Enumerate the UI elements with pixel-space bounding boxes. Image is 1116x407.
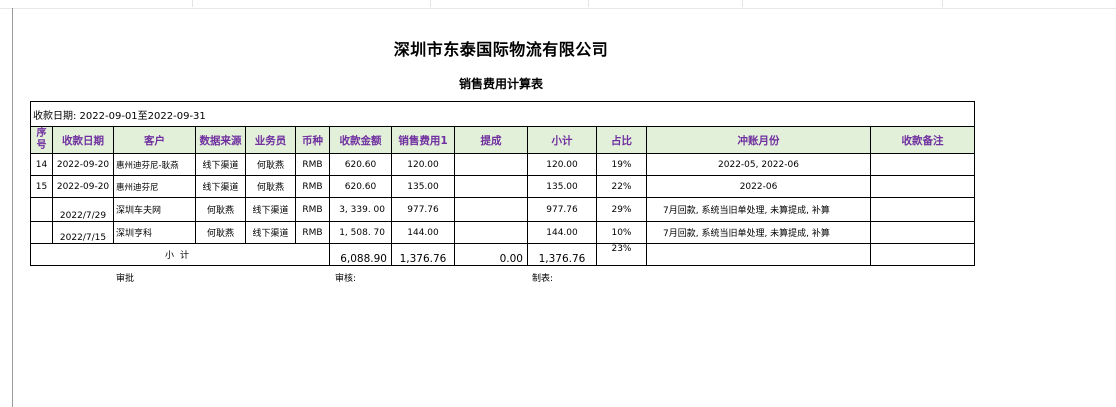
col-header-client: 客户 xyxy=(113,126,196,154)
cell-ratio: 29% xyxy=(596,197,647,222)
cell-client: 深圳亨科 xyxy=(113,221,196,244)
col-header-offset-month: 冲账月份 xyxy=(646,126,871,154)
cell-currency: RMB xyxy=(295,197,330,222)
cell-subtotal: 135.00 xyxy=(527,175,597,198)
column-divider xyxy=(430,0,431,7)
top-strip xyxy=(0,0,1116,9)
cell-source: 何耿燕 xyxy=(195,197,246,222)
cell-fee1: 135.00 xyxy=(391,175,455,198)
cell-remark xyxy=(869,197,976,222)
cell-source: 何耿燕 xyxy=(195,221,246,244)
column-divider xyxy=(192,0,193,7)
cell-amount: 620.60 xyxy=(329,175,392,198)
column-divider xyxy=(588,0,589,7)
total-commission: 0.00 xyxy=(454,243,528,266)
cell-commission xyxy=(454,197,528,222)
cell-sales: 何耿燕 xyxy=(245,153,296,176)
cell-date: 2022/7/29 xyxy=(52,197,114,222)
cell-date: 2022/7/15 xyxy=(52,221,114,244)
cell-amount: 1, 508. 70 xyxy=(329,221,392,244)
col-header-sales: 业务员 xyxy=(245,126,296,154)
left-margin-line xyxy=(12,8,13,407)
cell-fee1: 144.00 xyxy=(391,221,455,244)
cell-commission xyxy=(454,153,528,176)
cell-remark xyxy=(869,221,976,244)
total-remark-empty xyxy=(869,243,976,266)
total-ratio: 23% xyxy=(596,243,647,266)
cell-subtotal: 144.00 xyxy=(527,221,597,244)
total-amount: 6,088.90 xyxy=(329,243,392,266)
cell-subtotal: 120.00 xyxy=(527,153,597,176)
column-divider xyxy=(942,0,943,7)
cell-fee1: 120.00 xyxy=(391,153,455,176)
cell-offset-month: 7月回款, 系统当旧单处理, 未算提成, 补算 xyxy=(646,221,871,244)
cell-ratio: 10% xyxy=(596,221,647,244)
cell-fee1: 977.76 xyxy=(391,197,455,222)
date-range-row: 收款日期: 2022-09-01至2022-09-31 xyxy=(29,101,976,127)
cell-offset-month: 2022-05, 2022-06 xyxy=(646,153,871,176)
cell-offset-month: 7月回款, 系统当旧单处理, 未算提成, 补算 xyxy=(646,197,871,222)
col-header-remark: 收款备注 xyxy=(869,126,976,154)
cell-seq xyxy=(30,221,53,244)
col-header-currency: 币种 xyxy=(295,126,330,154)
total-offset-empty xyxy=(646,243,871,266)
table-row: 15 2022-09-20 惠州迪芬尼 线下渠道 何耿燕 RMB 620.60 … xyxy=(30,175,976,198)
cell-amount: 3, 339. 00 xyxy=(329,197,392,222)
col-header-date: 收款日期 xyxy=(52,126,114,154)
col-header-seq: 序号 xyxy=(30,126,53,154)
table-row: 2022/7/15 深圳亨科 何耿燕 线下渠道 RMB 1, 508. 70 1… xyxy=(30,221,976,244)
cell-date: 2022-09-20 xyxy=(52,153,114,176)
cell-sales: 何耿燕 xyxy=(245,175,296,198)
cell-remark xyxy=(869,175,976,198)
cell-seq: 14 xyxy=(30,153,53,176)
cell-client: 惠州迪芬尼-耿燕 xyxy=(113,153,196,176)
cell-offset-month: 2022-06 xyxy=(646,175,871,198)
cell-client: 惠州迪芬尼 xyxy=(113,175,196,198)
cell-client: 深圳车夫网 xyxy=(113,197,196,222)
approve-signature: 审批 xyxy=(116,274,135,284)
total-label: 小计 xyxy=(30,243,330,266)
cell-ratio: 22% xyxy=(596,175,647,198)
col-header-commission: 提成 xyxy=(454,126,528,154)
cell-ratio: 19% xyxy=(596,153,647,176)
company-name: 深圳市东泰国际物流有限公司 xyxy=(393,40,609,59)
column-divider xyxy=(742,0,743,7)
cell-commission xyxy=(454,221,528,244)
table-row: 2022/7/29 深圳车夫网 何耿燕 线下渠道 RMB 3, 339. 00 … xyxy=(30,197,976,222)
prepare-signature: 制表: xyxy=(532,274,554,284)
col-header-fee1: 销售费用1 xyxy=(391,126,455,154)
report-title: 销售费用计算表 xyxy=(458,77,543,91)
date-range: 收款日期: 2022-09-01至2022-09-31 xyxy=(29,101,976,127)
cell-currency: RMB xyxy=(295,221,330,244)
total-fee1: 1,376.76 xyxy=(391,243,455,266)
header-row: 序号 收款日期 客户 数据来源 业务员 币种 收款金额 销售费用1 提成 小计 … xyxy=(30,126,976,154)
cell-source: 线下渠道 xyxy=(195,175,246,198)
col-header-source: 数据来源 xyxy=(195,126,246,154)
cell-date: 2022-09-20 xyxy=(52,175,114,198)
cell-remark xyxy=(869,153,976,176)
cell-sales: 线下渠道 xyxy=(245,197,296,222)
cell-sales: 线下渠道 xyxy=(245,221,296,244)
col-header-amount: 收款金额 xyxy=(329,126,392,154)
col-header-subtotal: 小计 xyxy=(527,126,597,154)
expense-table: 收款日期: 2022-09-01至2022-09-31 序号 收款日期 客户 数… xyxy=(29,101,976,266)
cell-source: 线下渠道 xyxy=(195,153,246,176)
total-row: 小计 6,088.90 1,376.76 0.00 1,376.76 23% xyxy=(30,243,976,266)
cell-seq xyxy=(30,197,53,222)
cell-seq: 15 xyxy=(30,175,53,198)
total-subtotal: 1,376.76 xyxy=(527,243,597,266)
review-signature: 审核: xyxy=(335,274,357,284)
col-header-ratio: 占比 xyxy=(596,126,647,154)
table-row: 14 2022-09-20 惠州迪芬尼-耿燕 线下渠道 何耿燕 RMB 620.… xyxy=(30,153,976,176)
cell-amount: 620.60 xyxy=(329,153,392,176)
cell-commission xyxy=(454,175,528,198)
cell-currency: RMB xyxy=(295,153,330,176)
cell-currency: RMB xyxy=(295,175,330,198)
cell-subtotal: 977.76 xyxy=(527,197,597,222)
